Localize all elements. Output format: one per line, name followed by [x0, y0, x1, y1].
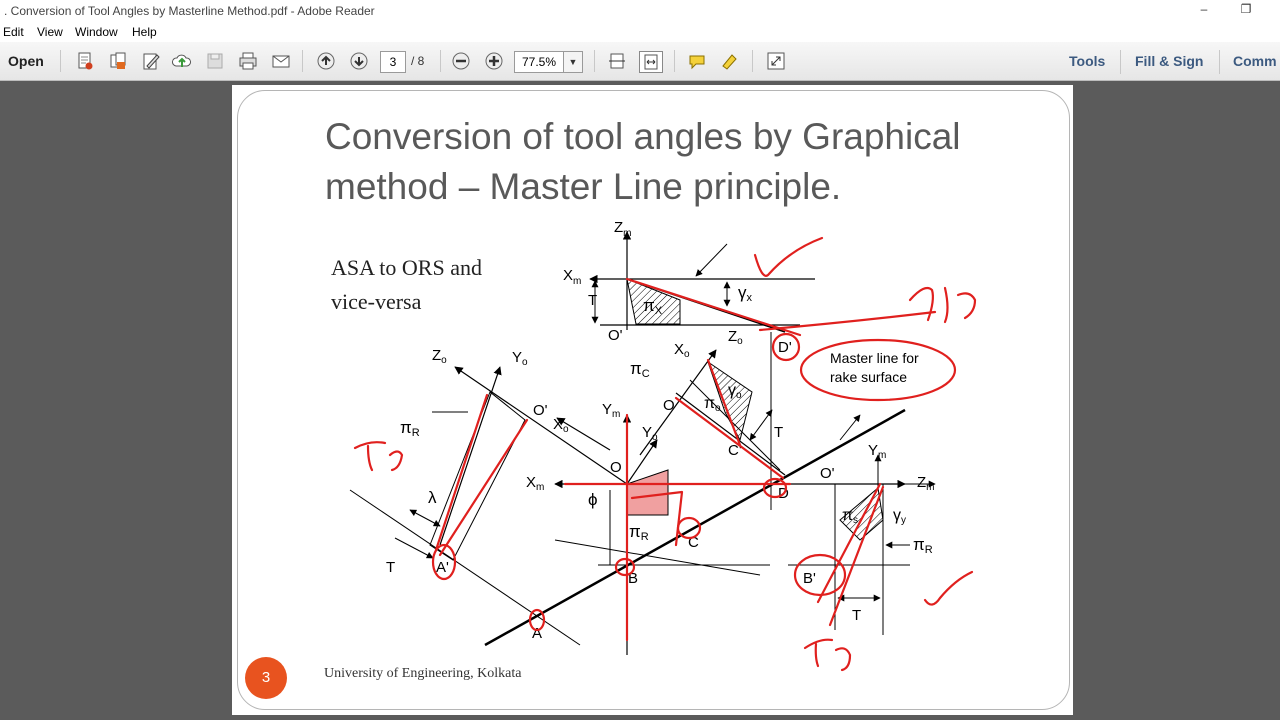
- slide-footer: University of Engineering, Kolkata: [324, 666, 522, 681]
- label-o-prime-left: O': [533, 402, 548, 419]
- label-zm-right: Zm: [917, 474, 935, 493]
- label-ym-right: Ym: [868, 442, 886, 461]
- label-xm-top: Xm: [563, 267, 581, 287]
- rake-section-center: [626, 469, 669, 516]
- label-gamma-y: γy: [893, 507, 906, 526]
- label-yo-mid: Yo: [642, 424, 658, 443]
- label-a-prime: A': [436, 559, 449, 576]
- label-t-top: T: [588, 292, 597, 309]
- label-ym-mid: Ym: [602, 401, 620, 420]
- cutting-edge-line: [349, 489, 581, 646]
- label-gamma-x: γx: [738, 283, 753, 304]
- label-xm-mid: Xm: [526, 474, 544, 493]
- label-master-line-2: rake surface: [830, 369, 907, 385]
- label-zo-left: Zo: [432, 347, 447, 366]
- label-pi-r-left: πR: [400, 418, 420, 439]
- red-edge-right-1: [816, 482, 882, 604]
- label-pi-o: πo: [704, 395, 721, 414]
- red-line-to-pi-r: [758, 310, 937, 332]
- label-o-mid: O: [663, 397, 675, 414]
- t-dimension-mid: [749, 409, 773, 441]
- label-master-line-1: Master line for: [830, 350, 919, 366]
- pi-r-script-top: [908, 286, 977, 324]
- label-zm: Zm: [614, 219, 632, 239]
- red-edge-left-1: [434, 393, 489, 552]
- label-xo-left: Xo: [553, 416, 569, 435]
- tool-angle-diagram: Zm Xm T πX γx O' Zo D' Master line for r…: [349, 219, 977, 672]
- label-b-prime: B': [803, 570, 816, 587]
- label-yo-left: Yo: [512, 349, 528, 368]
- label-zo-top: Zo: [728, 328, 743, 347]
- label-lambda: λ: [428, 488, 437, 507]
- label-phi: ϕ: [588, 490, 598, 509]
- label-t-right: T: [852, 607, 861, 624]
- reference-section: [429, 391, 526, 561]
- label-t-left: T: [386, 559, 395, 576]
- construction-line: [554, 539, 761, 576]
- page-number-badge: 3: [245, 657, 287, 699]
- tick-mark-top: [753, 236, 824, 277]
- lambda-arc: [409, 509, 441, 527]
- label-pi-r-center: πR: [629, 522, 649, 543]
- label-o-center: O: [610, 459, 622, 476]
- master-line: [484, 408, 906, 647]
- tick-mark-bottom: [923, 570, 974, 606]
- label-o-prime-top: O': [608, 327, 623, 344]
- pi-r-script-bottom: [803, 638, 852, 672]
- pointer-arrow: [695, 243, 728, 277]
- yo-axis-left: [439, 366, 502, 546]
- pi-c-script-left: [353, 441, 404, 472]
- label-pi-r-right: πR: [913, 535, 933, 556]
- label-pi-c: πC: [630, 359, 650, 380]
- label-o-prime-right: O': [820, 465, 835, 482]
- label-xo-mid: Xo: [674, 341, 690, 360]
- t-dimension-left: [394, 537, 434, 559]
- label-t-mid: T: [774, 424, 783, 441]
- label-d-prime: D': [778, 339, 792, 356]
